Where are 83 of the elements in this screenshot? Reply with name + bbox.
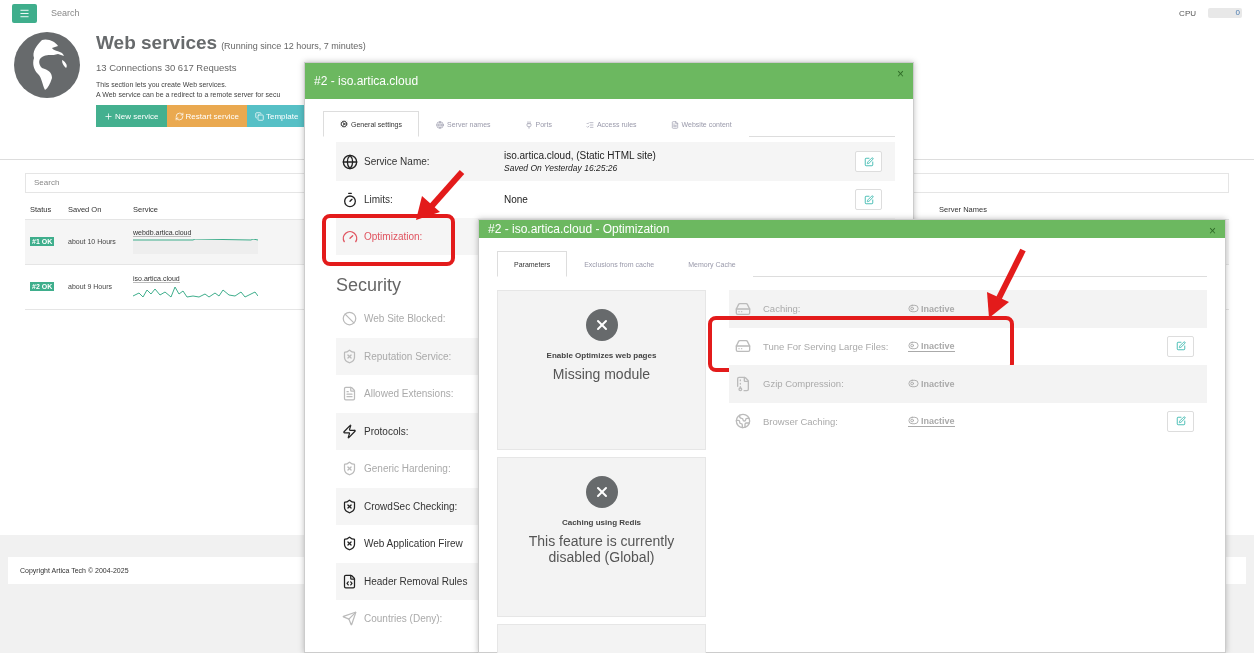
toolbar-button[interactable]: New service [96, 105, 167, 127]
field-label: Optimization: [364, 231, 424, 242]
section-heading: Security [336, 275, 403, 296]
plug-icon [524, 120, 533, 129]
globe-icon [735, 413, 751, 430]
field-label: Web Application Firew [364, 538, 464, 550]
edit-icon [1175, 416, 1186, 427]
copy-icon [254, 111, 264, 121]
field-label: Generic Hardening: [364, 463, 452, 475]
document-icon [670, 120, 679, 129]
status-text: Inactive [908, 378, 955, 390]
plus-icon [104, 111, 113, 121]
edit-button[interactable] [1167, 335, 1194, 357]
edit-icon [863, 156, 874, 167]
menu-button[interactable] [12, 3, 37, 23]
field-value: None [504, 194, 529, 205]
page-subtitle: (Running since 12 hours, 7 minutes) [221, 41, 366, 51]
page-title: Web services [96, 32, 218, 54]
field-label: Countries (Deny): [364, 613, 444, 625]
field-label: Protocols: [364, 425, 410, 437]
drive-icon [735, 338, 751, 355]
toolbar-button[interactable]: Template [246, 105, 307, 127]
card-message: This feature is currently disabled (Global) [527, 533, 676, 565]
card-caption: Enable Optimizes web pages [546, 351, 657, 360]
field-label: Service Name: [364, 156, 431, 167]
field-label: Header Removal Rules [364, 575, 469, 587]
field-value: iso.artica.cloud, (Static HTML site) [504, 150, 657, 161]
dialog-title: #2 - iso.artica.cloud - Optimization [488, 222, 670, 236]
setting-label: Caching: [763, 303, 802, 315]
bolt-icon [342, 423, 357, 439]
card-message: Missing module [551, 366, 652, 382]
globe-icon [436, 120, 444, 129]
edit-button[interactable] [855, 151, 882, 172]
globe-icon [342, 153, 358, 170]
edit-icon [863, 194, 874, 205]
cpu-label: CPU [1179, 8, 1196, 18]
close-circle-icon [585, 476, 618, 508]
close-button[interactable]: × [1209, 224, 1216, 238]
card-caption: Caching using Redis [561, 518, 642, 527]
toolbar-button[interactable]: Restart service [166, 105, 247, 127]
saved-note: Saved On Yesterday 16:25:26 [504, 163, 619, 173]
status-link[interactable]: Inactive [908, 415, 955, 428]
toggle-icon [908, 340, 919, 352]
shield-icon [342, 348, 357, 364]
setting-label: Tune For Serving Large Files: [763, 340, 890, 352]
edit-button[interactable] [1167, 410, 1194, 432]
document-icon [342, 386, 357, 402]
menu-icon [19, 7, 30, 19]
close-button[interactable]: × [897, 67, 904, 81]
annotation-arrow [987, 248, 1026, 318]
annotation-arrow [416, 170, 465, 220]
close-circle-icon [585, 309, 618, 341]
shield-icon [342, 536, 357, 552]
setting-label: Gzip Compression: [763, 378, 845, 390]
edit-icon [1175, 341, 1186, 352]
send-icon [342, 611, 357, 627]
refresh-icon [174, 111, 184, 121]
code-file-icon [342, 573, 357, 589]
timer-icon [342, 191, 358, 208]
drive-icon [735, 300, 751, 317]
gauge-icon [342, 228, 358, 245]
toggle-icon [908, 415, 919, 427]
toggle-icon [908, 378, 919, 390]
globe-icon [12, 30, 82, 100]
ban-icon [342, 311, 357, 327]
field-label: CrowdSec Checking: [364, 500, 459, 512]
stats-text: 13 Connections 30 617 Requests [96, 62, 237, 73]
field-label: Allowed Extensions: [364, 388, 455, 400]
field-label: Reputation Service: [364, 350, 453, 362]
status-link[interactable]: Inactive [908, 340, 955, 353]
checklist-icon [585, 120, 594, 129]
field-label: Limits: [364, 194, 394, 205]
shield-icon [342, 461, 357, 477]
field-label: Web Site Blocked: [364, 313, 447, 325]
setting-label: Browser Caching: [763, 415, 839, 427]
shield-icon [342, 498, 357, 514]
status-text: Inactive [908, 303, 955, 315]
toggle-icon [908, 303, 919, 315]
gear-icon [340, 120, 348, 128]
dialog-title: #2 - iso.artica.cloud [314, 74, 419, 88]
archive-icon [735, 375, 751, 392]
edit-button[interactable] [855, 189, 882, 210]
cpu-meter: 0 [1208, 8, 1242, 18]
